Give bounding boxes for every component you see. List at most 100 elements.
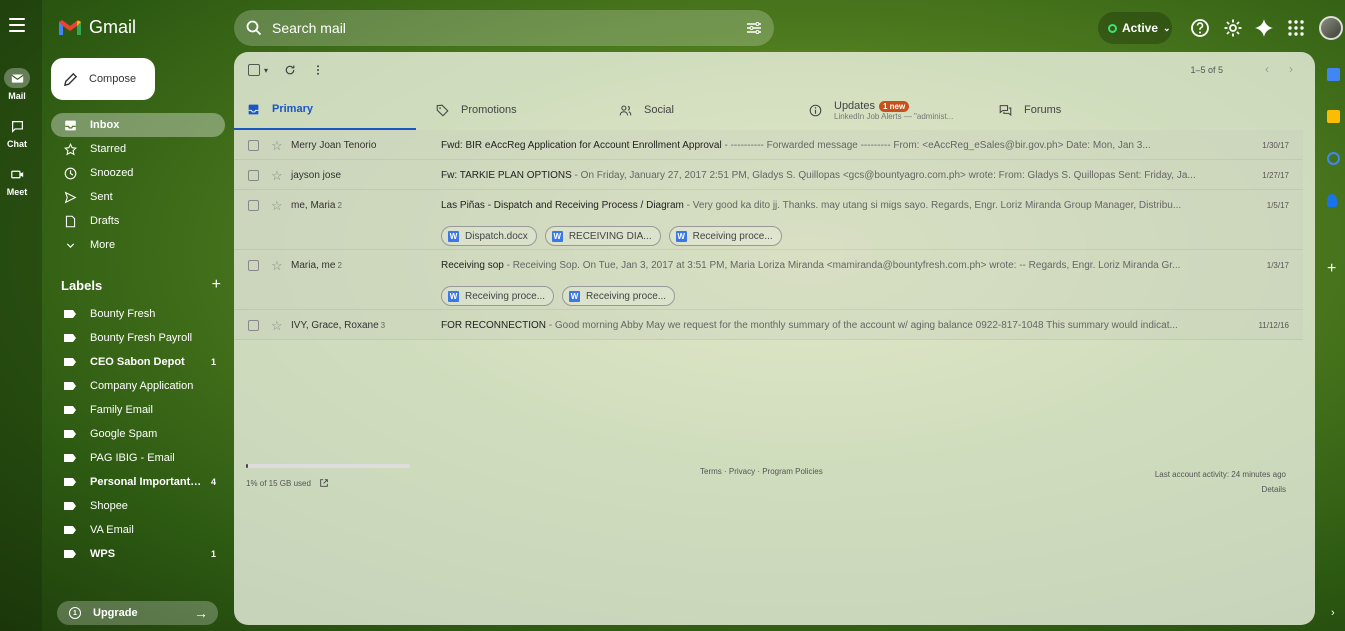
search-bar[interactable] <box>234 10 774 46</box>
pencil-icon <box>63 72 78 86</box>
tab-social[interactable]: Social <box>606 90 796 130</box>
details-link[interactable]: Details <box>1155 482 1286 497</box>
add-label-icon[interactable]: + <box>212 277 221 293</box>
attachment-chip[interactable]: W Receiving proce... <box>441 286 555 306</box>
email-subject: FOR RECONNECTION - Good morning Abby May… <box>441 320 1178 331</box>
label-name: Personal Important ... <box>90 476 202 488</box>
label-item[interactable]: Google Spam <box>51 422 225 446</box>
row-checkbox[interactable] <box>248 200 259 211</box>
nav-item-snoozed[interactable]: Snoozed <box>51 161 225 185</box>
settings-gear-icon[interactable] <box>1223 18 1243 38</box>
attachment-chip[interactable]: W RECEIVING DIA... <box>544 226 661 246</box>
app-rail: Mail Chat Meet <box>0 0 42 631</box>
arrow-right-icon: → <box>194 605 208 621</box>
tab-updates[interactable]: Updates 1 new LinkedIn Job Alerts — "admi… <box>796 90 986 130</box>
label-item[interactable]: Personal Important ... 4 <box>51 470 225 494</box>
email-subject: Las Piñas - Dispatch and Receiving Proce… <box>441 200 1182 211</box>
nav-item-sent[interactable]: Sent <box>51 185 225 209</box>
help-icon[interactable] <box>1190 18 1210 38</box>
tab-forums[interactable]: Forums <box>986 90 1176 130</box>
email-list: ☆ Merry Joan Tenorio Fwd: BIR eAccReg Appl… <box>234 130 1303 340</box>
inbox-tab-icon <box>248 104 259 114</box>
row-checkbox[interactable] <box>248 320 259 331</box>
star-icon[interactable]: ☆ <box>271 198 283 214</box>
menu-icon[interactable] <box>9 18 25 32</box>
chevron-right-icon[interactable]: › <box>1331 607 1335 619</box>
footer-links[interactable]: Terms · Privacy · Program Policies <box>700 467 823 476</box>
row-checkbox[interactable] <box>248 140 259 151</box>
more-vert-icon[interactable] <box>312 64 324 76</box>
label-item[interactable]: PAG IBIG - Email <box>51 446 225 470</box>
email-snippet: - Good morning Abby May we request for t… <box>546 320 1178 331</box>
tab-label: Social <box>644 104 674 116</box>
attachment-chip[interactable]: W Receiving proce... <box>562 286 676 306</box>
label-name: Company Application <box>90 380 194 392</box>
tab-label: Primary <box>272 103 313 115</box>
status-selector[interactable]: Active ⌄ <box>1098 12 1172 44</box>
tasks-icon[interactable] <box>1327 152 1340 165</box>
attachment-chip[interactable]: W Dispatch.docx <box>441 226 537 246</box>
thread-count: 2 <box>337 201 342 210</box>
contacts-icon[interactable] <box>1327 194 1337 207</box>
compose-button[interactable]: Compose <box>51 58 155 100</box>
select-all-checkbox[interactable]: ▾ <box>248 64 268 76</box>
next-page-icon[interactable]: › <box>1289 62 1293 76</box>
search-options-icon[interactable] <box>746 20 762 36</box>
email-snippet: - On Friday, January 27, 2017 2:51 PM, G… <box>571 170 1196 181</box>
star-icon[interactable]: ☆ <box>271 138 283 154</box>
email-snippet: - Receiving Sop. On Tue, Jan 3, 2017 at … <box>503 260 1181 271</box>
gmail-logo[interactable]: Gmail <box>58 17 136 38</box>
email-subject: Fwd: BIR eAccReg Application for Account… <box>441 140 1151 151</box>
keep-icon[interactable] <box>1327 110 1340 123</box>
row-checkbox[interactable] <box>248 260 259 271</box>
label-item[interactable]: Shopee <box>51 494 225 518</box>
nav-item-more[interactable]: More <box>51 233 225 257</box>
star-icon[interactable]: ☆ <box>271 258 283 274</box>
table-row[interactable]: ☆ Merry Joan Tenorio Fwd: BIR eAccReg Appl… <box>234 130 1303 160</box>
nav-item-drafts[interactable]: Drafts <box>51 209 225 233</box>
tab-promotions[interactable]: Promotions <box>416 90 606 130</box>
brand-name: Gmail <box>89 17 137 37</box>
prev-page-icon[interactable]: ‹ <box>1265 62 1269 76</box>
nav-label: Inbox <box>90 119 120 131</box>
table-row[interactable]: ☆ Maria, me 2 Receiving sop - Receiving Sop… <box>234 250 1303 310</box>
label-item[interactable]: WPS 1 <box>51 542 225 566</box>
label-item[interactable]: Company Application <box>51 374 225 398</box>
search-icon[interactable] <box>246 20 262 36</box>
attachment-chip[interactable]: W Receiving proce... <box>668 226 782 246</box>
label-item[interactable]: CEO Sabon Depot 1 <box>51 350 225 374</box>
rail-meet[interactable]: Meet <box>0 164 34 197</box>
new-badge: 1 new <box>878 100 910 112</box>
calendar-icon[interactable] <box>1327 68 1340 81</box>
rail-mail[interactable]: Mail <box>0 68 34 101</box>
nav-item-starred[interactable]: Starred <box>51 137 225 161</box>
external-link-icon[interactable] <box>319 478 329 488</box>
compose-label: Compose <box>89 73 137 85</box>
rail-chat[interactable]: Chat <box>0 116 34 149</box>
table-row[interactable]: ☆ me, Maria 2 Las Piñas - Dispatch and Rece… <box>234 190 1303 250</box>
nav-item-inbox[interactable]: Inbox <box>51 113 225 137</box>
gemini-sparkle-icon[interactable] <box>1254 18 1274 38</box>
tab-sublabel: LinkedIn Job Alerts — "administ... <box>834 111 954 121</box>
email-sender: IVY, Grace, Roxane 3 <box>291 320 386 331</box>
search-input[interactable] <box>272 20 746 36</box>
label-tag-icon <box>64 502 76 510</box>
refresh-icon[interactable] <box>284 64 296 76</box>
nav-label: Snoozed <box>90 167 134 179</box>
label-item[interactable]: Family Email <box>51 398 225 422</box>
tab-primary[interactable]: Primary <box>234 90 416 130</box>
table-row[interactable]: ☆ IVY, Grace, Roxane 3 FOR RECONNECTION - G… <box>234 310 1303 340</box>
label-item[interactable]: Bounty Fresh Payroll <box>51 326 225 350</box>
apps-grid-icon[interactable] <box>1286 18 1306 38</box>
add-app-icon[interactable]: + <box>1327 260 1336 278</box>
star-icon[interactable]: ☆ <box>271 318 283 334</box>
gmail-m-icon <box>59 19 81 35</box>
email-sender: me, Maria 2 <box>291 200 342 211</box>
table-row[interactable]: ☆ jayson jose Fw: TARKIE PLAN OPTIONS - On… <box>234 160 1303 190</box>
star-icon[interactable]: ☆ <box>271 168 283 184</box>
row-checkbox[interactable] <box>248 170 259 181</box>
upgrade-button[interactable]: 1 Upgrade → <box>57 601 218 625</box>
account-avatar[interactable] <box>1319 16 1343 40</box>
label-item[interactable]: Bounty Fresh <box>51 302 225 326</box>
label-item[interactable]: VA Email <box>51 518 225 542</box>
